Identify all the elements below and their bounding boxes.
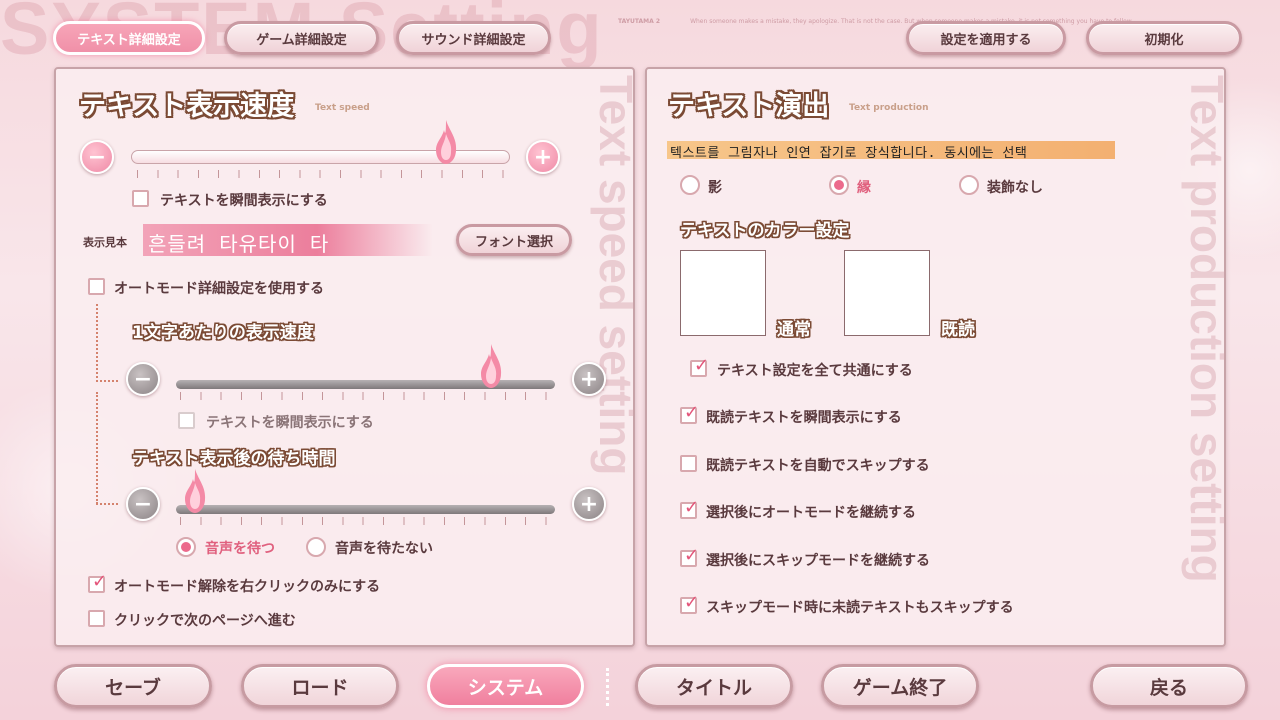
wait-slider-ticks: [180, 517, 552, 525]
text-production-subtitle: Text production: [849, 103, 929, 113]
read-instant-label: 既読テキストを瞬間表示にする: [706, 410, 902, 426]
tree-line: [96, 503, 118, 505]
quit-game-button[interactable]: ゲーム終了: [821, 664, 979, 708]
description-text: 텍스트를 그림자나 인연 잡기로 장식합니다. 동시에는 선택: [670, 146, 1028, 161]
reset-button[interactable]: 初期化: [1086, 21, 1242, 55]
no-decoration-radio[interactable]: [959, 175, 979, 195]
shadow-label: 影: [708, 180, 722, 196]
speed-slider-handle[interactable]: [435, 120, 457, 164]
panel-vertical-watermark: Text speed setting: [590, 75, 642, 476]
auto-instant-label: テキストを瞬間表示にする: [206, 415, 374, 431]
outline-radio[interactable]: [829, 175, 849, 195]
per-char-speed-title: 1文字あたりの表示速度: [132, 323, 314, 343]
tab-game-detail[interactable]: ゲーム詳細設定: [224, 21, 379, 55]
wait-slider-track[interactable]: [176, 505, 555, 514]
read-auto-skip-label: 既読テキストを自動でスキップする: [706, 458, 930, 474]
per-char-plus-button[interactable]: +: [572, 362, 606, 396]
read-auto-skip-checkbox[interactable]: ✓: [680, 455, 697, 472]
text-color-title: テキストのカラー設定: [680, 221, 850, 241]
save-button[interactable]: セーブ: [54, 664, 212, 708]
system-button[interactable]: システム: [427, 664, 584, 708]
font-select-button[interactable]: フォント選択: [456, 224, 572, 256]
apply-settings-button[interactable]: 設定を適用する: [906, 21, 1066, 55]
read-color-swatch[interactable]: [844, 250, 930, 336]
wait-voice-radio[interactable]: [176, 537, 196, 557]
no-decoration-label: 装飾なし: [987, 180, 1043, 196]
read-color-label: 既読: [941, 320, 975, 340]
skip-unread-checkbox[interactable]: ✓: [680, 592, 699, 614]
title-button[interactable]: タイトル: [635, 664, 793, 708]
auto-instant-checkbox[interactable]: [178, 412, 195, 429]
wait-time-title: テキスト表示後の待ち時間: [132, 449, 336, 469]
common-text-settings-label: テキスト設定を全て共通にする: [717, 363, 913, 379]
text-speed-title: テキスト表示速度: [79, 91, 295, 122]
auto-detail-checkbox[interactable]: ✓: [88, 278, 105, 295]
per-char-slider-ticks: [180, 392, 552, 400]
no-wait-voice-radio[interactable]: [306, 537, 326, 557]
tab-sound-detail[interactable]: サウンド詳細設定: [396, 21, 551, 55]
continue-skip-checkbox[interactable]: ✓: [680, 545, 699, 567]
wait-slider-handle[interactable]: [184, 469, 206, 513]
continue-auto-label: 選択後にオートモードを継続する: [706, 505, 916, 521]
speed-minus-button[interactable]: −: [80, 140, 114, 174]
read-instant-checkbox[interactable]: ✓: [680, 402, 699, 424]
click-next-page-label: クリックで次のページへ進む: [114, 613, 296, 629]
wait-minus-button[interactable]: −: [126, 487, 160, 521]
per-char-slider-handle[interactable]: [480, 344, 502, 388]
text-speed-subtitle: Text speed: [315, 103, 370, 113]
continue-skip-label: 選択後にスキップモードを継続する: [706, 553, 930, 569]
auto-detail-label: オートモード詳細設定を使用する: [114, 281, 324, 297]
panel-vertical-watermark: Text production setting: [1181, 75, 1233, 583]
back-button[interactable]: 戻る: [1090, 664, 1248, 708]
normal-color-swatch[interactable]: [680, 250, 766, 336]
wait-plus-button[interactable]: +: [572, 487, 606, 521]
tab-text-detail[interactable]: テキスト詳細設定: [53, 21, 205, 55]
speed-plus-button[interactable]: +: [526, 140, 560, 174]
click-next-page-checkbox[interactable]: ✓: [88, 610, 105, 627]
sample-label: 表示見本: [83, 236, 127, 249]
normal-color-label: 通常: [777, 320, 811, 340]
tree-line: [96, 304, 98, 382]
common-text-settings-checkbox[interactable]: ✓: [690, 355, 709, 377]
per-char-minus-button[interactable]: −: [126, 362, 160, 396]
continue-auto-checkbox[interactable]: ✓: [680, 497, 699, 519]
instant-display-checkbox[interactable]: ✓: [132, 190, 149, 207]
wait-voice-label: 音声を待つ: [205, 541, 275, 557]
nav-separator: [606, 668, 609, 706]
right-click-only-label: オートモード解除を右クリックのみにする: [114, 579, 381, 595]
no-wait-voice-label: 音声を待たない: [335, 541, 433, 557]
skip-unread-label: スキップモード時に未読テキストもスキップする: [706, 600, 1014, 616]
sample-text: 흔들려 타유타이 타: [148, 232, 330, 256]
speed-slider-ticks: [137, 170, 507, 178]
tree-line: [96, 392, 98, 504]
tree-line: [96, 380, 118, 382]
shadow-radio[interactable]: [680, 175, 700, 195]
right-click-only-checkbox[interactable]: ✓: [88, 571, 107, 593]
outline-label: 縁: [857, 180, 871, 196]
text-production-title: テキスト演出: [668, 91, 830, 122]
load-button[interactable]: ロード: [241, 664, 399, 708]
instant-display-label: テキストを瞬間表示にする: [160, 193, 328, 209]
